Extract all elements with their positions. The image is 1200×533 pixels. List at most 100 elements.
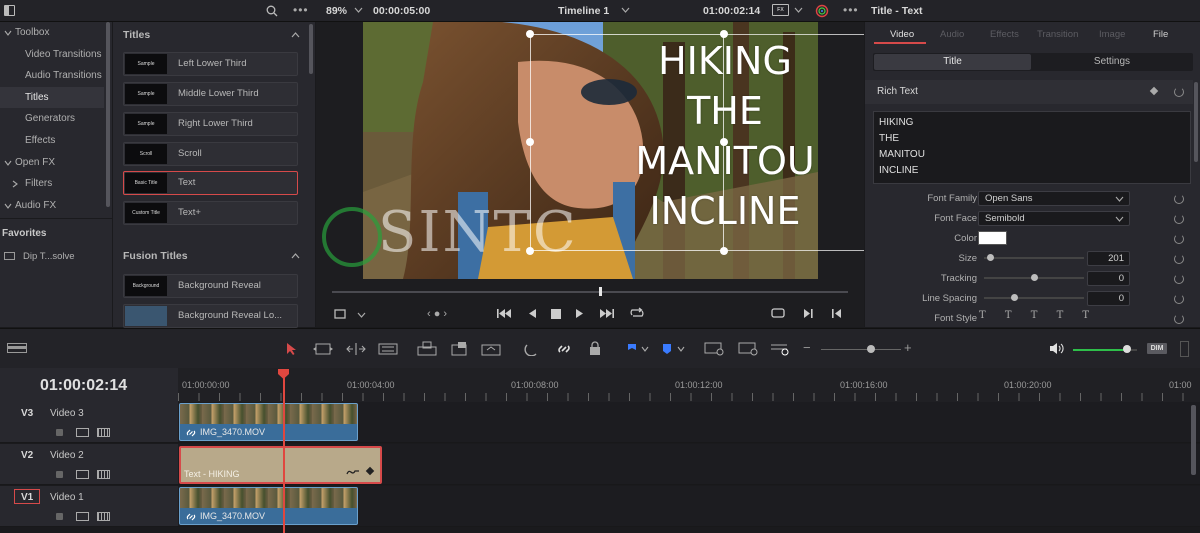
title-item-text[interactable]: Basic Title Text (123, 171, 298, 195)
color-swatch[interactable] (978, 231, 1007, 245)
title-item-right-lower-third[interactable]: Sample Right Lower Third (123, 112, 298, 136)
line-spacing-slider-knob[interactable] (1010, 294, 1018, 301)
line-spacing-slider[interactable] (984, 297, 1084, 299)
rich-text-editor[interactable]: HIKING THE MANITOU INCLINE (873, 111, 1191, 184)
subtab-settings[interactable]: Settings (1032, 54, 1192, 70)
fusion-titles-section-header[interactable]: Fusion Titles (113, 245, 303, 267)
lock-icon[interactable] (588, 341, 602, 356)
transform-handle[interactable] (526, 138, 534, 146)
viewer-scrubber[interactable] (332, 291, 848, 293)
video-clip[interactable]: IMG_3470.MOV (179, 487, 358, 525)
zoom-full-icon[interactable] (704, 341, 726, 357)
titles-scrollbar[interactable] (309, 24, 313, 74)
skip-to-start-icon[interactable] (496, 308, 512, 319)
viewer-more-icon[interactable]: ••• (843, 3, 859, 17)
toolbox-item-effects[interactable]: Effects (0, 130, 104, 151)
line-spacing-input[interactable]: 0 (1087, 291, 1130, 306)
color-wheel-icon[interactable] (815, 4, 829, 18)
inspector-scrollbar[interactable] (1194, 82, 1198, 162)
toolbox-scrollbar[interactable] (106, 22, 111, 212)
track-name[interactable]: Video 2 (50, 450, 84, 461)
timeline-name[interactable]: Timeline 1 (558, 5, 609, 17)
title-item-middle-lower-third[interactable]: Sample Middle Lower Third (123, 82, 298, 106)
overwrite-clip-icon[interactable] (450, 341, 470, 357)
flag-icon[interactable] (627, 343, 637, 355)
snapping-icon[interactable] (524, 342, 540, 356)
track-video-icon[interactable] (97, 428, 110, 437)
stop-icon[interactable] (551, 309, 561, 319)
fusion-item-background-reveal[interactable]: Background Reveal Background Reveal (123, 274, 298, 298)
title-item-scroll[interactable]: Scroll Scroll (123, 142, 298, 166)
reset-icon[interactable] (1174, 274, 1184, 284)
dynamic-trim-icon[interactable] (345, 342, 367, 356)
volume-knob[interactable] (1123, 345, 1132, 353)
font-face-select[interactable]: Semibold (978, 211, 1130, 226)
track-name[interactable]: Video 1 (50, 492, 84, 503)
keyframe-icon[interactable] (365, 466, 375, 476)
timeline-view-icon[interactable] (7, 343, 27, 353)
timeline-chevron-icon[interactable] (621, 6, 630, 14)
flag-chevron-icon[interactable] (641, 346, 649, 352)
trim-tool-icon[interactable] (312, 342, 334, 356)
tracking-input[interactable]: 0 (1087, 271, 1130, 286)
reset-icon[interactable] (1174, 87, 1184, 97)
track-video-icon[interactable] (97, 470, 110, 479)
size-slider[interactable] (984, 257, 1084, 259)
blade-tool-icon[interactable] (378, 343, 398, 355)
transform-icon[interactable] (333, 308, 347, 320)
favorite-item[interactable]: Dip T...solve (23, 251, 75, 262)
toolbox-category[interactable]: Toolbox (0, 22, 104, 43)
toolbox-item-generators[interactable]: Generators (0, 108, 104, 129)
link-icon[interactable] (556, 342, 572, 356)
play-reverse-icon[interactable] (527, 308, 537, 319)
current-timecode[interactable]: 01:00:02:14 (40, 377, 127, 395)
selection-tool-icon[interactable] (285, 342, 297, 356)
playhead-handle[interactable] (277, 368, 290, 380)
reset-icon[interactable] (1174, 254, 1184, 264)
skip-to-end-icon[interactable] (599, 308, 615, 319)
tab-effects[interactable]: Effects (990, 29, 1019, 40)
tab-image[interactable]: Image (1099, 29, 1125, 40)
track-name[interactable]: Video 3 (50, 408, 84, 419)
transform-chevron-icon[interactable] (357, 312, 366, 318)
tab-file[interactable]: File (1153, 29, 1168, 40)
tab-transition[interactable]: Transition (1037, 29, 1078, 40)
search-icon[interactable] (266, 5, 278, 17)
toolbox-item-audio-transitions[interactable]: Audio Transitions (0, 65, 104, 86)
toolbox-more-icon[interactable]: ••• (293, 3, 309, 17)
marker-icon[interactable] (662, 343, 672, 355)
marker-chevron-icon[interactable] (677, 346, 685, 352)
meter-toggle-icon[interactable] (1180, 341, 1189, 357)
zoom-slider-knob[interactable] (867, 345, 875, 353)
match-frame-icon[interactable] (770, 307, 786, 319)
overlay-chevron-icon[interactable] (794, 6, 803, 14)
timeline-ruler[interactable]: 01:00:00:00 01:00:04:00 01:00:08:00 01:0… (178, 368, 1200, 402)
auto-select-icon[interactable] (76, 512, 89, 521)
reset-icon[interactable] (1174, 234, 1184, 244)
loop-icon[interactable] (629, 307, 645, 319)
toolbox-item-video-transitions[interactable]: Video Transitions (0, 44, 104, 65)
reset-icon[interactable] (1174, 314, 1184, 324)
track-video-icon[interactable] (97, 512, 110, 521)
reset-icon[interactable] (1174, 294, 1184, 304)
play-icon[interactable] (575, 308, 585, 319)
reset-icon[interactable] (1174, 214, 1184, 224)
panel-toggle-icon[interactable] (4, 5, 15, 16)
titles-section-header[interactable]: Titles (113, 24, 303, 46)
toolbox-item-open-fx[interactable]: Open FX (0, 152, 104, 173)
font-style-buttons[interactable]: TTTTT (979, 310, 1108, 321)
playhead-line[interactable] (283, 372, 285, 533)
zoom-detail-icon[interactable] (738, 341, 760, 357)
transform-handle[interactable] (720, 247, 728, 255)
fusion-item-background-reveal-lower[interactable]: Background Reveal Lo... (123, 304, 298, 328)
transform-handle[interactable] (526, 30, 534, 38)
speaker-icon[interactable] (1049, 342, 1065, 355)
insert-clip-icon[interactable] (416, 341, 438, 357)
size-slider-knob[interactable] (986, 254, 994, 261)
next-edit-icon[interactable] (803, 308, 814, 319)
chevron-down-icon[interactable] (354, 6, 363, 14)
zoom-custom-icon[interactable] (770, 341, 792, 357)
track-lock-icon[interactable] (56, 429, 63, 436)
size-input[interactable]: 201 (1087, 251, 1130, 266)
zoom-level[interactable]: 89% (326, 5, 347, 17)
